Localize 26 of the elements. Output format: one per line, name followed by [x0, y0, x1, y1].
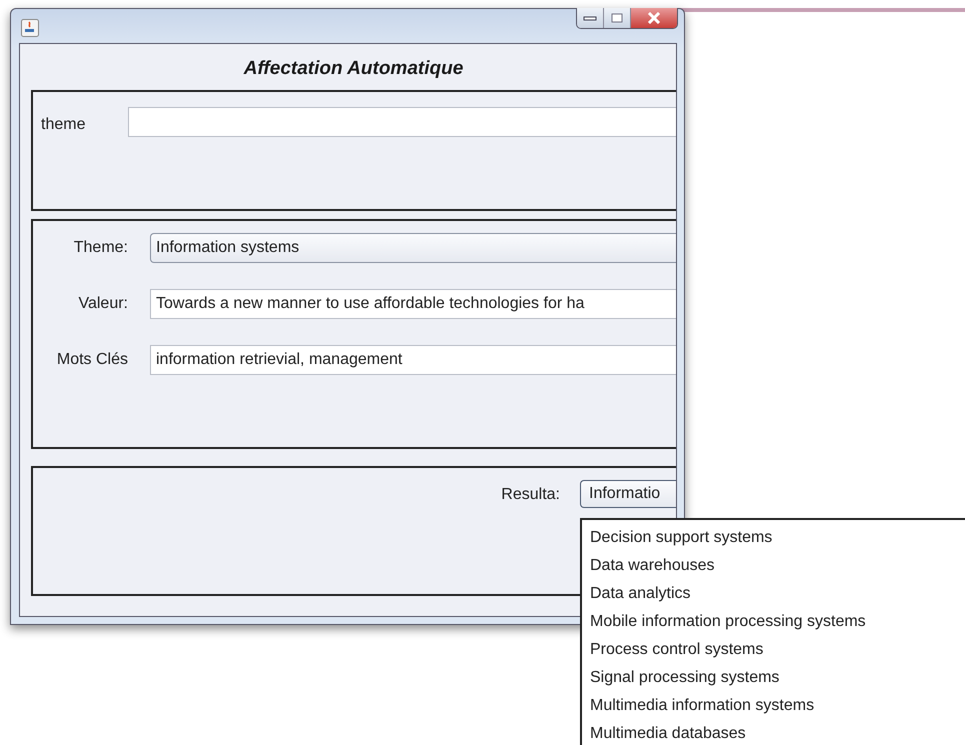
dropdown-option[interactable]: Process control systems: [590, 636, 965, 664]
field-label: Valeur:: [77, 295, 128, 313]
input-field[interactable]: information retrievial, management: [150, 345, 676, 375]
dropdown-option[interactable]: Mobile information processing systems: [590, 608, 965, 636]
field-label: theme: [41, 116, 86, 134]
field-label: Theme:: [72, 239, 128, 257]
dropdown-option[interactable]: Data analytics: [590, 580, 965, 608]
form-heading: Affectation Automatique: [244, 57, 464, 81]
minimize-button[interactable]: [577, 8, 604, 28]
dropdown-option[interactable]: Data warehouses: [590, 552, 965, 580]
input-field[interactable]: Towards a new manner to use affordable technologies for ha: [150, 289, 676, 319]
maximize-button[interactable]: [604, 8, 631, 28]
maximize-icon: [610, 13, 624, 23]
dropdown-option[interactable]: Decision support systems: [590, 524, 965, 552]
app-icon: [21, 19, 39, 37]
minimize-icon: [583, 14, 597, 22]
combo-box[interactable]: Informatio: [580, 480, 676, 508]
dropdown-option[interactable]: Multimedia information systems: [590, 692, 965, 720]
close-icon: [647, 12, 661, 24]
field-label: Resulta:: [501, 486, 560, 504]
field-label: Mots Clés: [56, 351, 128, 369]
combo-box[interactable]: Information systems: [150, 233, 676, 263]
dropdown-option[interactable]: Signal processing systems: [590, 664, 965, 692]
close-button[interactable]: [631, 8, 677, 28]
dropdown-option[interactable]: Multimedia databases: [590, 720, 965, 745]
input-field[interactable]: [128, 107, 676, 137]
